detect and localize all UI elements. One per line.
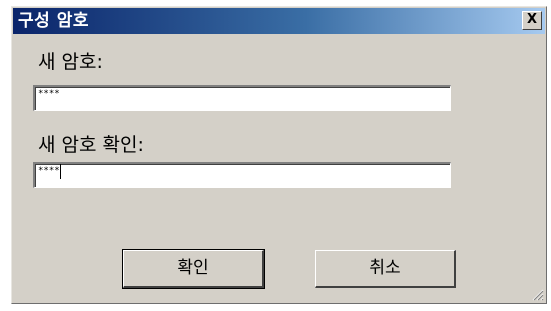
- close-icon: X: [526, 12, 538, 27]
- dialog-title: 구성 암호: [18, 11, 89, 31]
- close-button[interactable]: X: [522, 11, 542, 30]
- resize-grip-icon[interactable]: [530, 287, 544, 301]
- confirm-password-field[interactable]: ****: [33, 162, 451, 188]
- ok-button[interactable]: 확인: [122, 249, 265, 289]
- cancel-button[interactable]: 취소: [315, 250, 456, 288]
- new-password-label: 새 암호:: [38, 51, 103, 73]
- configuration-password-dialog: 구성 암호 X 새 암호: **** 새 암호 확인: **** 확인 취소: [11, 6, 547, 304]
- confirm-password-value: ****: [38, 166, 60, 176]
- new-password-field[interactable]: ****: [33, 85, 451, 111]
- text-caret: [59, 164, 61, 179]
- title-bar[interactable]: 구성 암호 X: [13, 8, 545, 34]
- confirm-password-label: 새 암호 확인:: [38, 134, 144, 156]
- new-password-value: ****: [38, 89, 60, 99]
